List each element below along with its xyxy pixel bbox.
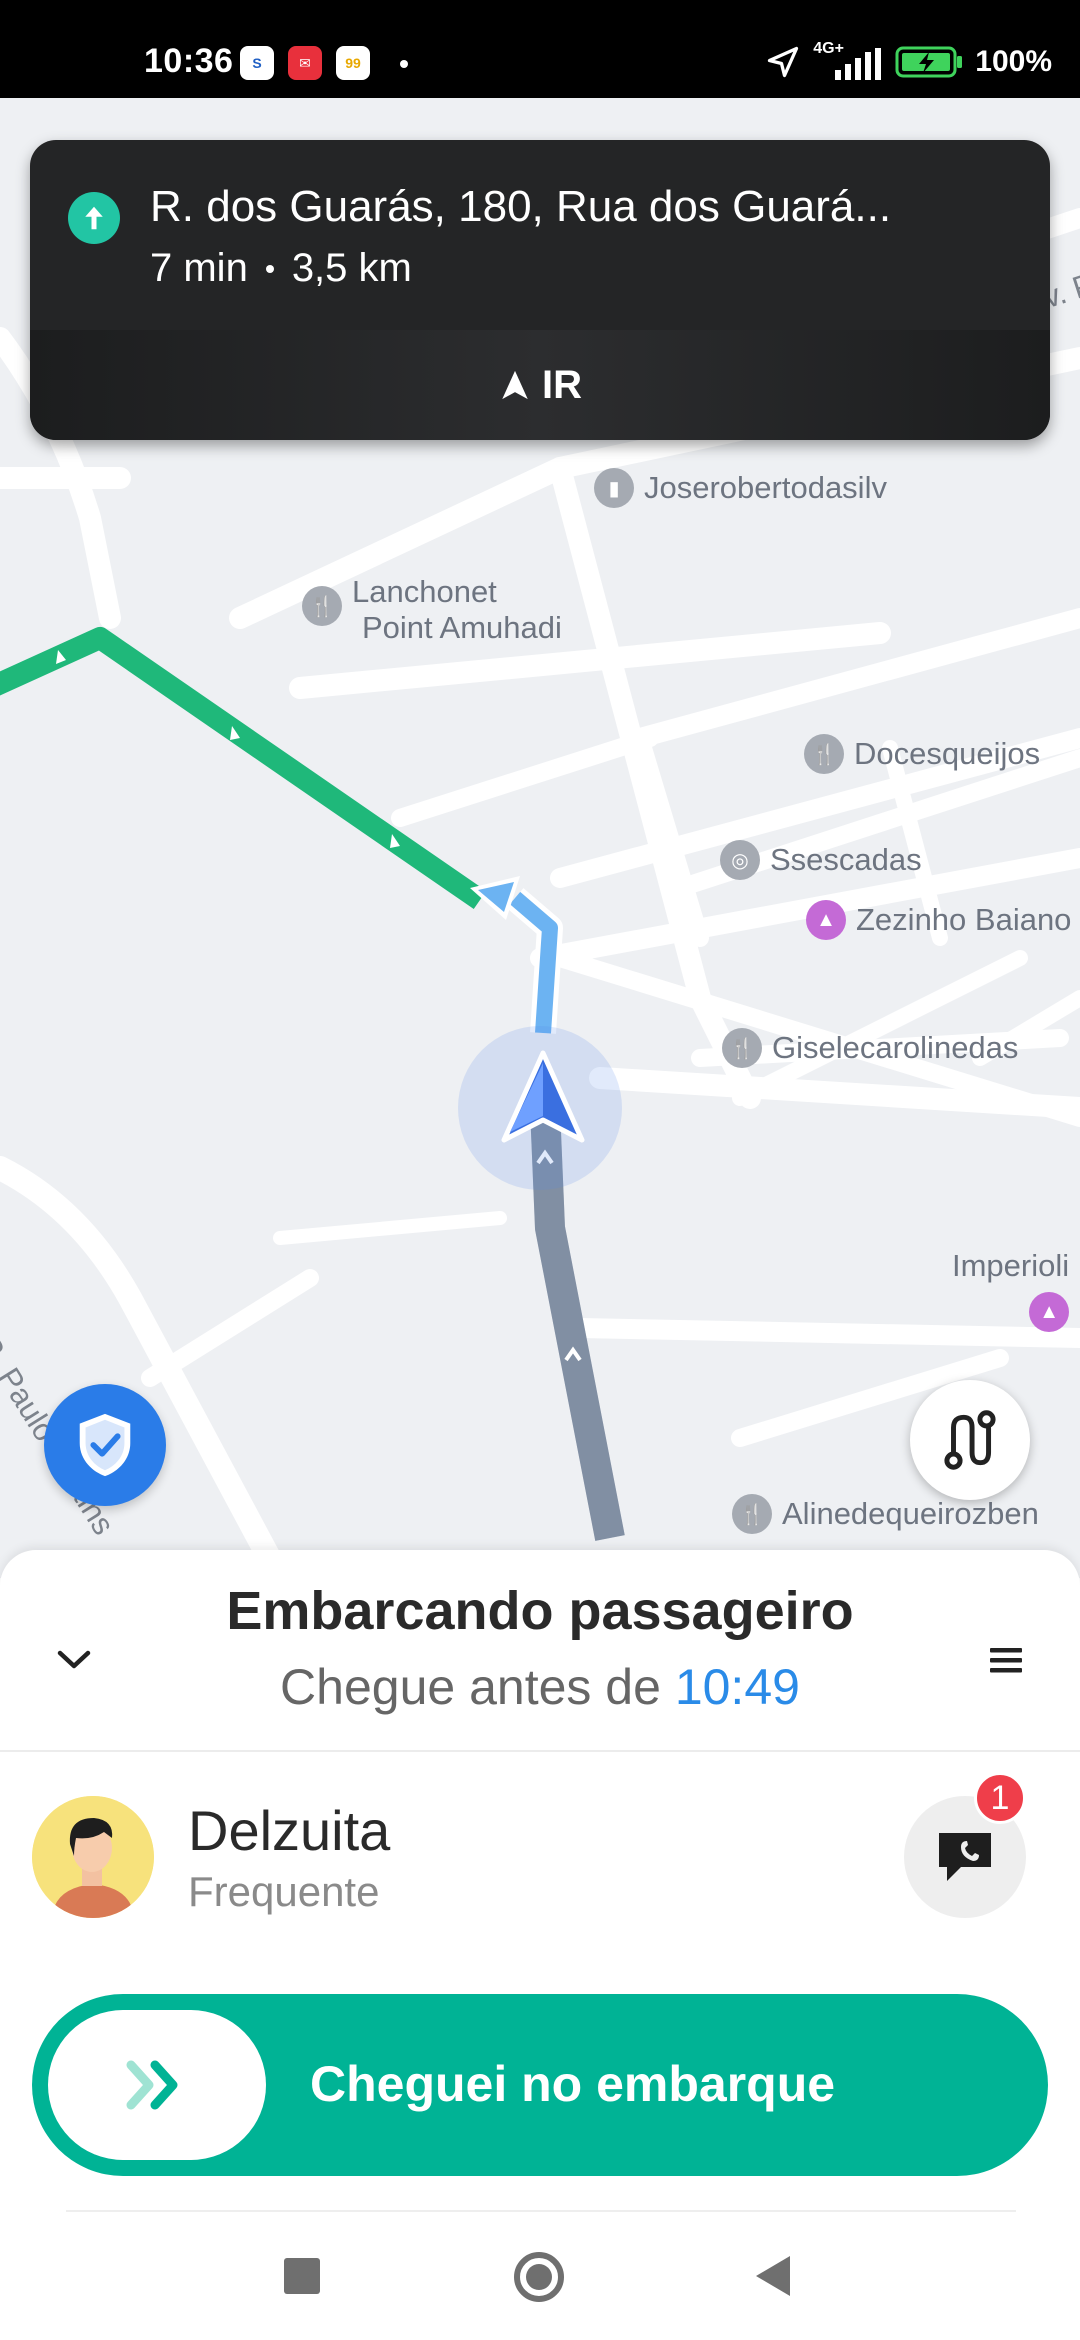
restaurant-icon: 🍴 — [302, 586, 342, 626]
route-options-button[interactable] — [910, 1380, 1030, 1500]
sheet-bottom-divider — [66, 2210, 1016, 2212]
navigation-meta: 7 min 3,5 km — [150, 246, 412, 291]
passenger-avatar — [32, 1796, 154, 1918]
poi-ssescadas[interactable]: ◎ Ssescadas — [720, 840, 922, 880]
shield-check-icon — [79, 1413, 131, 1477]
poi-label: Joserobertodasilv — [644, 470, 887, 505]
deadline-prefix: Chegue antes de — [280, 1659, 675, 1715]
trip-deadline: Chegue antes de 10:49 — [0, 1658, 1080, 1716]
separator-dot — [265, 264, 274, 273]
back-button[interactable] — [756, 2256, 790, 2296]
poi-imperioli[interactable]: Imperioli ▲ — [952, 1248, 1070, 1332]
status-right: 4G+ 100% — [765, 40, 1052, 82]
more-notifications-dot — [400, 60, 408, 68]
home-button[interactable] — [514, 2252, 564, 2302]
restaurant-icon: 🍴 — [804, 734, 844, 774]
poi-alinedequeirozben[interactable]: 🍴 Alinedequeirozben — [732, 1494, 1039, 1534]
navigation-info: R. dos Guarás, 180, Rua dos Guará... 7 m… — [30, 140, 1050, 330]
poi-label: Alinedequeirozben — [782, 1496, 1039, 1531]
navigate-arrow-icon — [502, 370, 528, 400]
poi-label: Ssescadas — [770, 842, 922, 877]
navigation-card[interactable]: R. dos Guarás, 180, Rua dos Guará... 7 m… — [30, 140, 1050, 440]
poi-lanchonet-point-amuhadi[interactable]: 🍴 Lanchonet Point Amuhadi — [302, 574, 562, 646]
arrived-slider-label: Cheguei no embarque — [310, 2056, 836, 2112]
trip-status-title: Embarcando passageiro — [226, 1581, 854, 1641]
poi-joserobertodasilv[interactable]: ▮ Joserobertodasilv — [594, 468, 887, 508]
deadline-time: 10:49 — [674, 1659, 800, 1715]
go-label: IR — [542, 362, 582, 407]
restaurant-icon: 🍴 — [732, 1494, 772, 1534]
shopping-bag-icon: ▲ — [1029, 1292, 1070, 1332]
signal-icon: 4G+ — [813, 40, 883, 82]
poi-label: Imperioli — [952, 1248, 1070, 1283]
car-icon: ◎ — [720, 840, 760, 880]
passenger-tag: Frequente — [188, 1868, 380, 1915]
poi-label: Zezinho Baiano — [856, 902, 1072, 937]
eta-distance: 3,5 km — [291, 246, 412, 290]
poi-label: Lanchonet Point Amuhadi — [352, 574, 562, 645]
go-button[interactable]: IR — [30, 330, 1050, 440]
sheet-divider — [0, 1750, 1080, 1752]
restaurant-icon: 🍴 — [722, 1028, 762, 1068]
chat-phone-icon — [939, 1833, 991, 1881]
menu-button[interactable] — [976, 1630, 1036, 1690]
shop-icon: ▮ — [594, 468, 634, 508]
battery-charging-icon — [895, 46, 963, 78]
battery-level: 100% — [975, 45, 1052, 78]
arrived-slider-knob[interactable] — [48, 2010, 266, 2160]
eta-duration: 7 min — [150, 246, 248, 290]
poi-giselecarolinedas[interactable]: 🍴 Giselecarolinedas — [722, 1028, 1018, 1068]
double-chevron-right-icon — [126, 2060, 178, 2110]
safety-shield-button[interactable] — [44, 1384, 166, 1506]
system-navigation-bar — [0, 2220, 1080, 2340]
poi-zezinho-baiano[interactable]: ▲ Zezinho Baiano — [806, 900, 1071, 940]
samsung-pay-icon: S — [240, 46, 274, 80]
status-bar: 10:36 S ✉ 99 4G+ 100% — [0, 0, 1080, 98]
screen: 10:36 S ✉ 99 4G+ 100% ▮ Joserobertodasil… — [0, 0, 1080, 2340]
email-icon: ✉ — [288, 46, 322, 80]
passenger-name: Delzuita — [188, 1799, 391, 1862]
straight-arrow-icon — [68, 192, 120, 244]
route-icon — [944, 1410, 996, 1470]
shopping-bag-icon: ▲ — [806, 900, 846, 940]
poi-docesqueijos[interactable]: 🍴 Docesqueijos — [804, 734, 1040, 774]
hamburger-menu-icon — [990, 1648, 1022, 1673]
poi-label: Giselecarolinedas — [772, 1030, 1019, 1065]
location-arrow-icon — [768, 46, 799, 78]
unread-messages-badge: 1 — [974, 1772, 1026, 1824]
99-app-icon: 99 — [336, 46, 370, 80]
poi-label: Docesqueijos — [854, 736, 1041, 771]
recent-apps-button[interactable] — [284, 2258, 320, 2294]
destination-address: R. dos Guarás, 180, Rua dos Guará... — [150, 182, 892, 231]
status-time: 10:36 — [144, 42, 234, 80]
